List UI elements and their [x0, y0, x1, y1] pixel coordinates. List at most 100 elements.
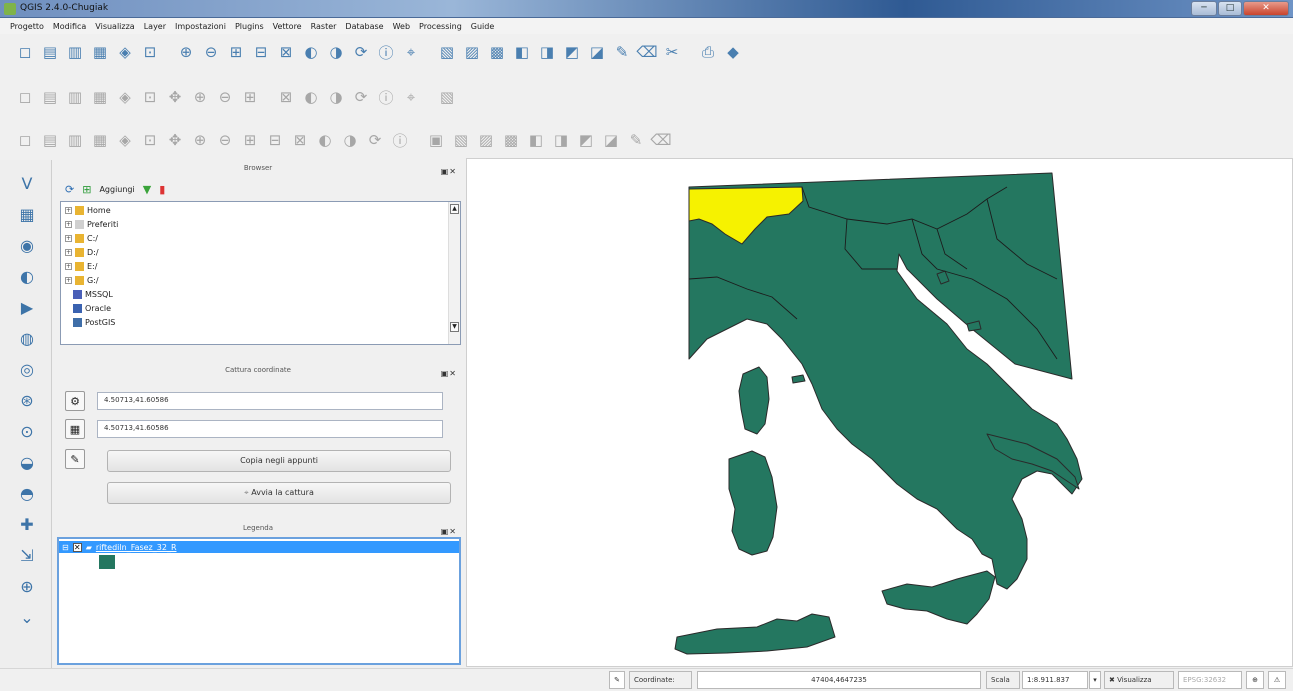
- add-wcs-icon[interactable]: ⊛: [14, 387, 40, 413]
- raster-b-icon[interactable]: ▧: [450, 129, 472, 151]
- menu-impostazioni[interactable]: Impostazioni: [175, 22, 226, 31]
- delete-ring-icon[interactable]: ✥: [164, 129, 186, 151]
- crs-select-icon[interactable]: ⚙: [65, 391, 85, 411]
- open-project-icon[interactable]: ▤: [39, 41, 61, 63]
- zoom-next-icon[interactable]: ⓘ: [375, 41, 397, 63]
- expand-icon[interactable]: +: [65, 249, 72, 256]
- browser-item[interactable]: + Home: [65, 205, 111, 216]
- label-change-icon[interactable]: ⌖: [400, 86, 422, 108]
- copy-icon[interactable]: ⊖: [214, 86, 236, 108]
- add-layer-label[interactable]: Aggiungi: [99, 185, 134, 194]
- add-raster-icon[interactable]: ▦: [14, 201, 40, 227]
- field-calc-icon[interactable]: ◨: [536, 41, 558, 63]
- menu-modifica[interactable]: Modifica: [53, 22, 86, 31]
- expand-icon[interactable]: ⇲: [14, 542, 40, 568]
- cut-icon[interactable]: ⊕: [189, 86, 211, 108]
- merge-icon[interactable]: ◐: [314, 129, 336, 151]
- identify-icon[interactable]: ▧: [436, 41, 458, 63]
- pan-to-selection-icon[interactable]: ⊖: [200, 41, 222, 63]
- browser-scrollbar[interactable]: ▲ ▼: [448, 202, 460, 344]
- undo-icon[interactable]: ◻: [14, 129, 36, 151]
- layout-icon[interactable]: ◪: [586, 41, 608, 63]
- fill-ring-icon[interactable]: ⊡: [139, 129, 161, 151]
- merge-attr-icon[interactable]: ◑: [339, 129, 361, 151]
- zoom-layer-icon[interactable]: ◐: [300, 41, 322, 63]
- add-icon[interactable]: ⊞: [82, 183, 91, 196]
- zoom-out-icon[interactable]: ⊟: [250, 41, 272, 63]
- render-toggle[interactable]: ✖ Visualizza: [1104, 671, 1174, 689]
- redo-icon[interactable]: ▤: [39, 129, 61, 151]
- select-icon[interactable]: ▩: [486, 41, 508, 63]
- browser-item[interactable]: PostGIS: [73, 317, 115, 328]
- menu-web[interactable]: Web: [393, 22, 410, 31]
- rotate-point-icon[interactable]: ⓘ: [389, 129, 411, 151]
- zoom-in-icon[interactable]: ⊞: [225, 41, 247, 63]
- expand-icon[interactable]: +: [65, 235, 72, 242]
- add-postgis-icon[interactable]: ◉: [14, 232, 40, 258]
- capture-icon[interactable]: ⊕: [14, 573, 40, 599]
- map-tips-icon[interactable]: ⌫: [636, 41, 658, 63]
- raster-c-icon[interactable]: ▨: [475, 129, 497, 151]
- minimize-button[interactable]: ─: [1191, 1, 1217, 16]
- whats-this-icon[interactable]: ◆: [722, 41, 744, 63]
- browser-item[interactable]: + E:/: [65, 261, 97, 272]
- toggle-edit-icon[interactable]: ▤: [39, 86, 61, 108]
- add-wfs-icon[interactable]: ⊙: [14, 418, 40, 444]
- coordinate-display[interactable]: 47404,4647235: [697, 671, 981, 689]
- legend-layer-row[interactable]: ⊟ ✕ ▰ riftediln_Fasez_32_R: [59, 541, 459, 553]
- panel-float-close-icon[interactable]: ▣✕: [441, 163, 457, 180]
- menu-plugins[interactable]: Plugins: [235, 22, 264, 31]
- scale-dropdown-icon[interactable]: ▾: [1089, 671, 1101, 689]
- save-edits-icon[interactable]: ▥: [64, 86, 86, 108]
- menu-database[interactable]: Database: [345, 22, 383, 31]
- browser-item[interactable]: + Preferiti: [65, 219, 118, 230]
- raster-g-icon[interactable]: ◩: [575, 129, 597, 151]
- crs-status[interactable]: EPSG:32632: [1178, 671, 1242, 689]
- measure-icon[interactable]: ▨: [461, 41, 483, 63]
- maximize-button[interactable]: □: [1218, 1, 1242, 16]
- raster-h-icon[interactable]: ◪: [600, 129, 622, 151]
- more-icon[interactable]: ⌄: [14, 604, 40, 630]
- print-composer-icon[interactable]: ◈: [114, 41, 136, 63]
- coord-field-1[interactable]: 4.50713,41.60586: [97, 392, 443, 410]
- expand-icon[interactable]: +: [65, 207, 72, 214]
- raster-a-icon[interactable]: ▣: [425, 129, 447, 151]
- browser-item[interactable]: MSSQL: [73, 289, 113, 300]
- table-icon[interactable]: ◩: [561, 41, 583, 63]
- new-project-icon[interactable]: ◻: [14, 41, 36, 63]
- raster-d-icon[interactable]: ▩: [500, 129, 522, 151]
- split-parts-icon[interactable]: ⊠: [289, 129, 311, 151]
- start-capture-button[interactable]: ⌖ Avvia la cattura: [107, 482, 451, 504]
- add-gpx-icon[interactable]: ◓: [14, 480, 40, 506]
- expand-icon[interactable]: +: [65, 263, 72, 270]
- zoom-full-icon[interactable]: ⊠: [275, 41, 297, 63]
- move-feature-icon[interactable]: ◈: [114, 86, 136, 108]
- add-spatialite-icon[interactable]: ◐: [14, 263, 40, 289]
- add-vector-icon[interactable]: V: [14, 170, 40, 196]
- menu-layer[interactable]: Layer: [144, 22, 166, 31]
- paste-icon[interactable]: ⊞: [239, 86, 261, 108]
- composer-manager-icon[interactable]: ⊡: [139, 41, 161, 63]
- menu-vettore[interactable]: Vettore: [273, 22, 302, 31]
- label-pin-icon[interactable]: ◐: [300, 86, 322, 108]
- menu-progetto[interactable]: Progetto: [10, 22, 44, 31]
- filter-icon[interactable]: ▼: [143, 183, 151, 196]
- add-part-icon[interactable]: ◈: [114, 129, 136, 151]
- scroll-down-icon[interactable]: ▼: [450, 322, 459, 332]
- coordinate-label[interactable]: Coordinate:: [629, 671, 692, 689]
- add-wms-icon[interactable]: ◎: [14, 356, 40, 382]
- browser-item[interactable]: + C:/: [65, 233, 98, 244]
- add-mssql-icon[interactable]: ▶: [14, 294, 40, 320]
- close-button[interactable]: ✕: [1243, 1, 1289, 16]
- label-move-icon[interactable]: ⟳: [350, 86, 372, 108]
- scale-combobox[interactable]: 1:8.911.837: [1022, 671, 1088, 689]
- zoom-last-icon[interactable]: ⟳: [350, 41, 372, 63]
- label-show-icon[interactable]: ◑: [325, 86, 347, 108]
- layer-symbol-swatch[interactable]: [99, 555, 115, 569]
- crs-globe-icon[interactable]: ⊕: [1246, 671, 1264, 689]
- add-feature-icon[interactable]: ▦: [89, 86, 111, 108]
- menu-processing[interactable]: Processing: [419, 22, 462, 31]
- pan-icon[interactable]: ⊕: [175, 41, 197, 63]
- annotation-icon[interactable]: ✎: [611, 41, 633, 63]
- delete-selected-icon[interactable]: ✥: [164, 86, 186, 108]
